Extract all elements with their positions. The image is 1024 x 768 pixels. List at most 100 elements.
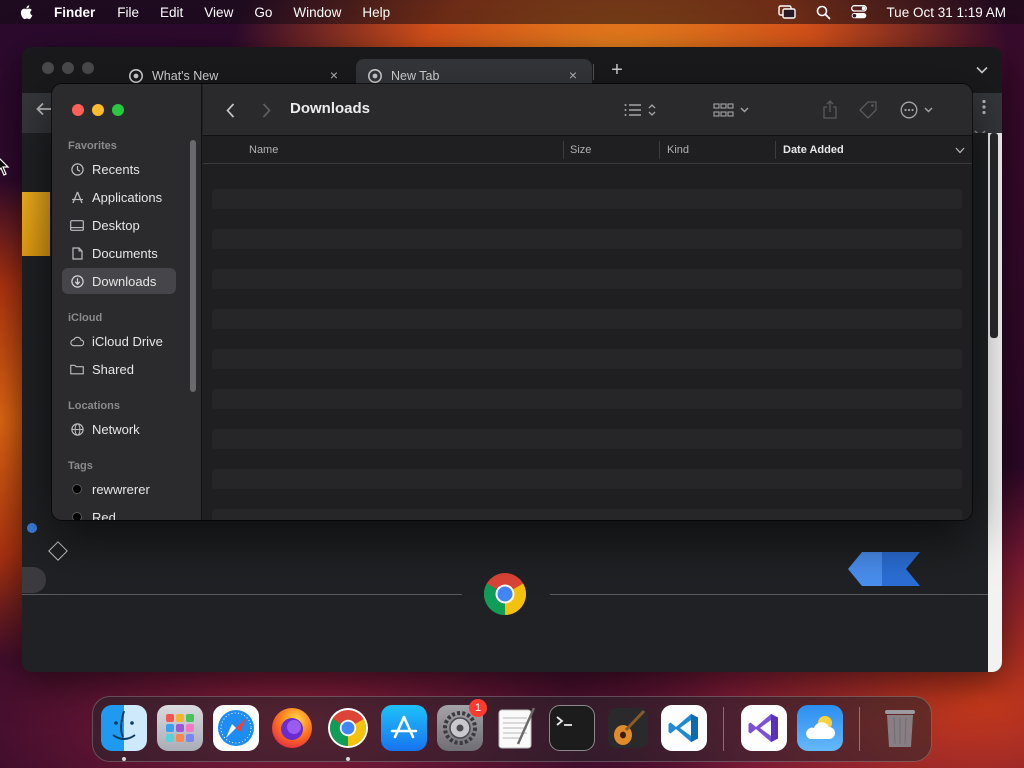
menu-bar-clock[interactable]: Tue Oct 31 1:19 AM [886,5,1006,20]
screen-mirroring-icon[interactable] [778,4,797,20]
app-store-icon [390,715,418,739]
spotlight-search-icon[interactable] [814,4,832,20]
zoom-window-button[interactable] [112,104,124,116]
dock-safari[interactable] [213,705,259,751]
close-window-button[interactable] [72,104,84,116]
sidebar-item-desktop[interactable]: Desktop [62,212,176,238]
forward-chevron-icon[interactable] [259,101,273,119]
chrome-zoom-light[interactable] [82,62,94,74]
chrome-favicon-icon [129,69,143,83]
dock-app-store[interactable] [381,705,427,751]
file-list[interactable] [203,164,972,520]
sidebar-section-tags: Tags [68,460,93,472]
menu-file[interactable]: File [117,5,139,20]
shared-folder-icon [70,362,84,376]
dock-firefox[interactable] [269,705,315,751]
chrome-close-light[interactable] [42,62,54,74]
running-indicator [346,757,350,761]
dock-chrome[interactable] [325,705,371,751]
sidebar-item-icloud-drive[interactable]: iCloud Drive [62,328,176,354]
tab-search-chevron-icon[interactable] [976,63,988,77]
desktop-icon [70,218,84,232]
control-center-icon[interactable] [850,4,868,20]
chrome-tab-close-icon[interactable]: × [566,68,580,82]
column-separator[interactable] [659,141,660,159]
minimize-window-button[interactable] [92,104,104,116]
more-actions-icon[interactable] [900,100,936,120]
group-by-grid-icon[interactable] [713,100,751,120]
back-chevron-icon[interactable] [223,101,237,119]
dock-vscode[interactable] [661,705,707,751]
chrome-menu-icon[interactable] [982,99,986,120]
chrome-scrollbar[interactable] [988,133,1002,672]
dock-trash[interactable] [877,705,923,751]
dock-launchpad[interactable] [157,705,203,751]
list-row-placeholder [212,349,962,369]
sidebar-item-label: Shared [92,361,134,377]
dock: 1 [92,696,932,762]
clock-icon [70,162,84,176]
chrome-icon [328,708,368,748]
dock-finder[interactable] [101,705,147,751]
status-area: Tue Oct 31 1:19 AM [760,0,1006,24]
sidebar-item-recents[interactable]: Recents [62,156,176,182]
sidebar-item-label: Network [92,421,140,437]
chrome-back-icon[interactable] [36,100,52,121]
sidebar-item-label: Recents [92,161,140,177]
globe-icon [70,422,84,436]
launchpad-grid-icon [166,714,194,742]
running-indicator [122,757,126,761]
dock-weather[interactable] [797,705,843,751]
list-row-placeholder [212,309,962,329]
sidebar-scrollbar[interactable] [190,140,196,392]
column-name[interactable]: Name [249,144,278,156]
applications-icon [70,190,84,204]
menu-app-finder[interactable]: Finder [54,5,95,20]
share-icon[interactable] [820,98,840,120]
column-date-added[interactable]: Date Added [783,144,844,156]
apple-logo-icon[interactable] [18,3,36,21]
sidebar-item-shared[interactable]: Shared [62,356,176,382]
chrome-minimize-light[interactable] [62,62,74,74]
tag-color-dot [70,482,84,496]
trash-icon [885,710,915,747]
textedit-page-icon [498,707,536,749]
sidebar-item-applications[interactable]: Applications [62,184,176,210]
sort-chevron-icon[interactable] [955,145,965,157]
column-separator[interactable] [563,141,564,159]
menu-window[interactable]: Window [293,5,341,20]
new-tab-button[interactable]: + [608,60,626,80]
column-size[interactable]: Size [570,144,591,156]
chrome-logo-icon [483,573,527,615]
dock-textedit[interactable] [493,705,539,751]
menu-help[interactable]: Help [362,5,390,20]
sidebar-item-documents[interactable]: Documents [62,240,176,266]
weather-cloud-icon [806,716,835,739]
notification-badge: 1 [469,699,487,717]
column-separator[interactable] [775,141,776,159]
page-divider-right [550,594,988,595]
download-icon [70,274,84,288]
sidebar-item-network[interactable]: Network [62,416,176,442]
menu-edit[interactable]: Edit [160,5,183,20]
sidebar-item-label: Applications [92,189,163,205]
dock-terminal[interactable] [549,705,595,751]
chrome-tab-label: New Tab [391,69,440,83]
finder-window: Favorites Recents Applications Desktop D… [52,84,972,520]
dock-separator [859,707,860,751]
sidebar-tag-rewwrerer[interactable]: rewwrerer [62,476,176,502]
dock-system-settings[interactable]: 1 [437,699,487,751]
dock-garageband[interactable] [605,705,651,751]
column-kind[interactable]: Kind [667,144,689,156]
menu-go[interactable]: Go [254,5,272,20]
sidebar-item-label: iCloud Drive [92,333,163,349]
page-image-fragment [22,192,50,256]
view-options-list-icon[interactable] [623,100,659,120]
chrome-tab-close-icon[interactable]: × [327,68,341,82]
blue-dot-icon [27,523,37,533]
menu-view[interactable]: View [204,5,233,20]
sidebar-item-downloads[interactable]: Downloads [62,268,176,294]
dock-visual-studio[interactable] [741,705,787,751]
sidebar-tag-red[interactable]: Red [62,504,176,520]
tag-icon[interactable] [858,100,880,120]
